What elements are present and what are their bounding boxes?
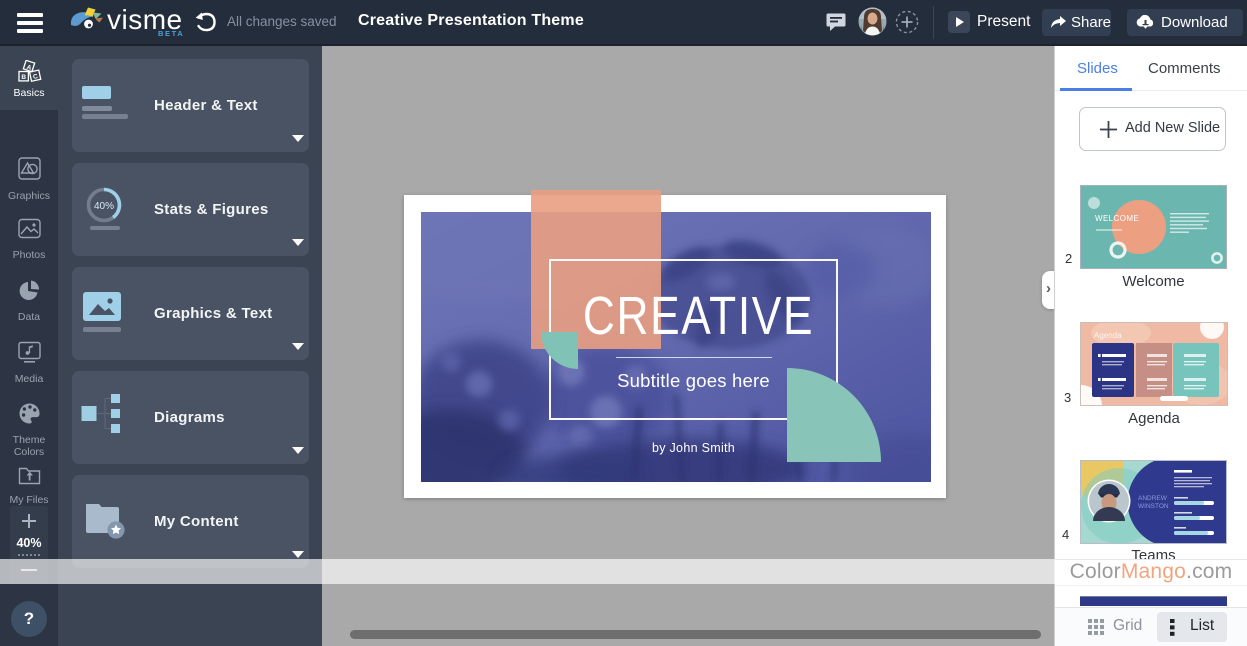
svg-text:ANDREW: ANDREW bbox=[1138, 495, 1168, 502]
svg-text:Agenda: Agenda bbox=[1094, 331, 1122, 340]
svg-text:B: B bbox=[21, 74, 26, 81]
svg-text:40%: 40% bbox=[94, 201, 114, 212]
svg-text:WELCOME: WELCOME bbox=[1095, 214, 1139, 223]
svg-text:C: C bbox=[32, 73, 38, 81]
svg-text:WINSTON: WINSTON bbox=[1138, 503, 1169, 510]
